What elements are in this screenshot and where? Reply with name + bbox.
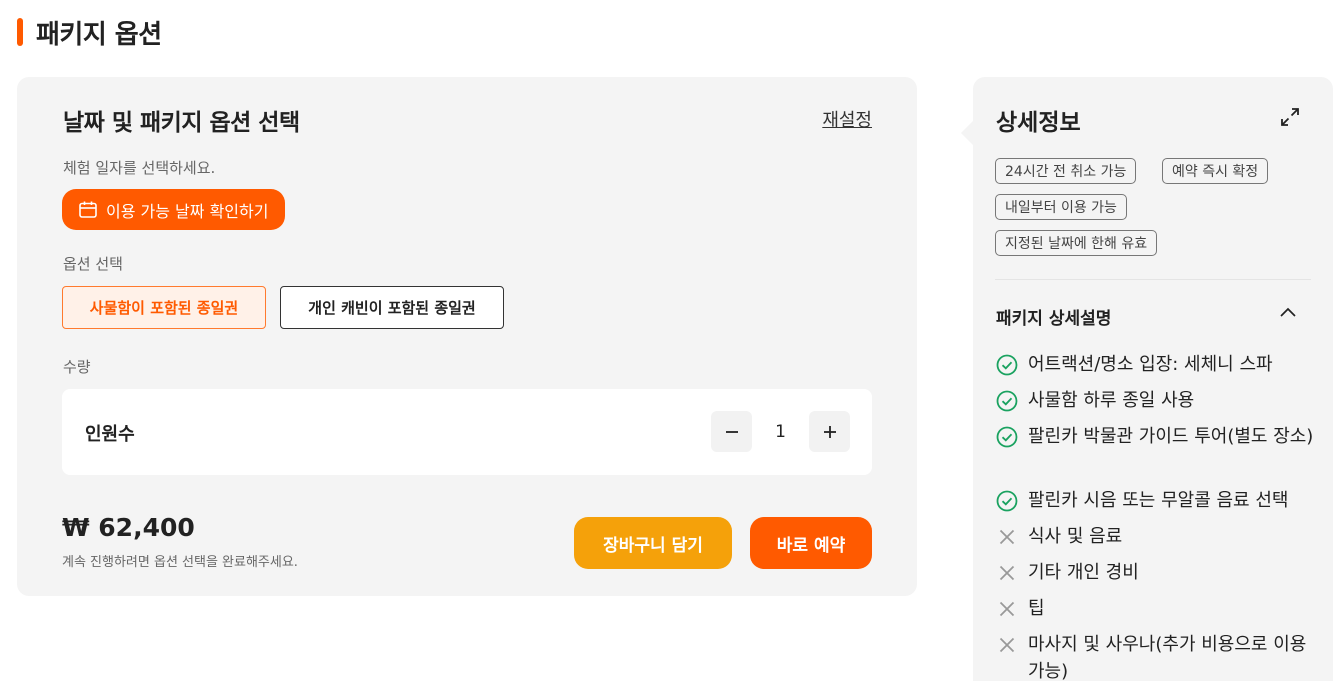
- quantity-card: 인원수 1: [62, 389, 872, 475]
- plus-icon: [823, 425, 836, 438]
- tag-valid-date: 지정된 날짜에 한해 유효: [995, 230, 1158, 256]
- option-cabin-daypass[interactable]: 개인 캐빈이 포함된 종일권: [280, 286, 504, 329]
- option-label: 옵션 선택: [63, 255, 123, 273]
- quantity-label: 수량: [63, 358, 91, 376]
- decrement-button[interactable]: [711, 411, 752, 452]
- book-now-button[interactable]: 바로 예약: [750, 517, 872, 569]
- feature-text: 팔린카 박물관 가이드 투어(별도 장소): [1028, 426, 1314, 447]
- expand-icon[interactable]: [1280, 107, 1300, 127]
- quantity-value: 1: [775, 421, 786, 442]
- feature-text: 팔린카 시음 또는 무알콜 음료 선택: [1028, 490, 1289, 511]
- check-circle-icon: [996, 426, 1018, 448]
- x-icon: [999, 565, 1015, 581]
- section-header: 패키지 옵션: [17, 16, 162, 50]
- feature-text: 기타 개인 경비: [1028, 562, 1139, 583]
- feature-text: 팁: [1028, 598, 1045, 619]
- x-icon: [999, 529, 1015, 545]
- total-price: ₩ 62,400: [62, 513, 195, 542]
- tag-instant-confirm: 예약 즉시 확정: [1162, 158, 1269, 184]
- x-icon: [999, 637, 1015, 653]
- panel-title: 날짜 및 패키지 옵션 선택: [63, 110, 300, 136]
- feature-item: 팔린카 박물관 가이드 투어(별도 장소): [996, 423, 1316, 450]
- detail-panel: 상세정보 24시간 전 취소 가능 예약 즉시 확정 내일부터 이용 가능 지정…: [961, 77, 1333, 681]
- feature-text: 마사지 및 사우나(추가 비용으로 이용 가능): [1028, 634, 1307, 681]
- check-circle-icon: [996, 490, 1018, 512]
- title-accent-bar: [17, 18, 23, 46]
- increment-button[interactable]: [809, 411, 850, 452]
- check-circle-icon: [996, 390, 1018, 412]
- quantity-row-label: 인원수: [85, 424, 135, 445]
- minus-icon: [725, 430, 738, 433]
- feature-item: 팁: [996, 595, 1316, 622]
- feature-item: 마사지 및 사우나(추가 비용으로 이용 가능): [996, 631, 1316, 681]
- check-circle-icon: [996, 354, 1018, 376]
- tag-available-tomorrow: 내일부터 이용 가능: [995, 194, 1127, 220]
- date-prompt: 체험 일자를 선택하세요.: [63, 159, 216, 177]
- price-note: 계속 진행하려면 옵션 선택을 완료해주세요.: [62, 555, 298, 570]
- calendar-icon: [79, 201, 97, 218]
- panel-notch: [961, 121, 973, 145]
- quantity-stepper: 1: [711, 411, 850, 452]
- detail-title: 상세정보: [996, 110, 1081, 136]
- tag-free-cancel: 24시간 전 취소 가능: [995, 158, 1137, 184]
- check-dates-button[interactable]: 이용 가능 날짜 확인하기: [62, 189, 286, 230]
- package-details-title: 패키지 상세설명: [996, 309, 1112, 329]
- feature-text: 식사 및 음료: [1028, 526, 1123, 547]
- divider: [995, 279, 1311, 280]
- feature-text: 어트랙션/명소 입장: 세체니 스파: [1028, 354, 1273, 375]
- feature-item: 사물함 하루 종일 사용: [996, 387, 1316, 414]
- option-locker-daypass[interactable]: 사물함이 포함된 종일권: [62, 286, 266, 329]
- section-title: 패키지 옵션: [36, 19, 162, 50]
- options-panel: 날짜 및 패키지 옵션 선택 재설정 체험 일자를 선택하세요. 이용 가능 날…: [17, 77, 917, 596]
- x-icon: [999, 601, 1015, 617]
- feature-item: 어트랙션/명소 입장: 세체니 스파: [996, 351, 1316, 378]
- check-dates-label: 이용 가능 날짜 확인하기: [106, 201, 269, 221]
- feature-item: 팔린카 시음 또는 무알콜 음료 선택: [996, 487, 1316, 514]
- feature-item: 식사 및 음료: [996, 523, 1316, 550]
- chevron-up-icon[interactable]: [1279, 306, 1297, 318]
- feature-item: 기타 개인 경비: [996, 559, 1316, 586]
- feature-text: 사물함 하루 종일 사용: [1028, 390, 1195, 411]
- reset-link[interactable]: 재설정: [822, 106, 872, 132]
- add-to-cart-button[interactable]: 장바구니 담기: [574, 517, 732, 569]
